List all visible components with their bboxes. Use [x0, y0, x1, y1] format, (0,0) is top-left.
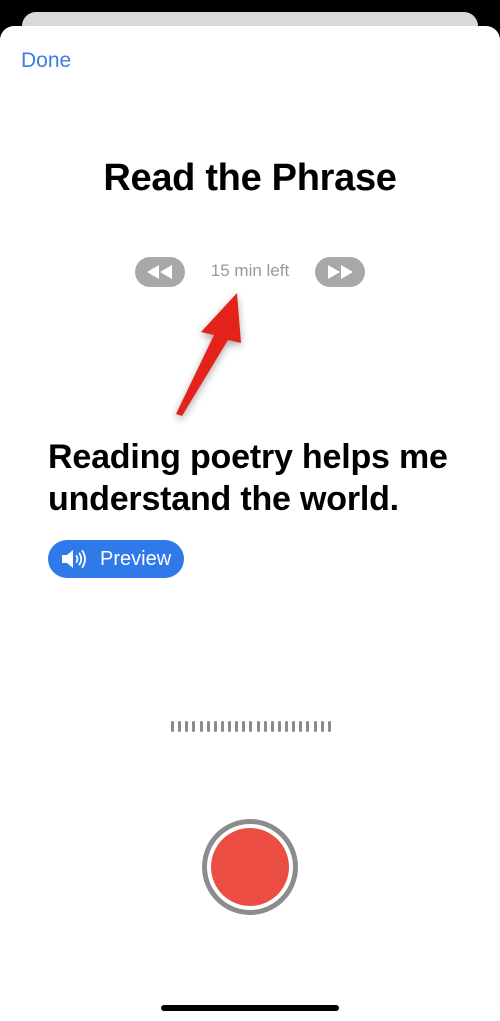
phrase-text: Reading poetry helps me understand the w…: [48, 438, 448, 518]
level-bar: [263, 721, 267, 732]
next-phrase-button[interactable]: [315, 257, 365, 287]
level-bar: [327, 721, 331, 732]
level-bar: [242, 721, 246, 732]
level-bar: [206, 721, 210, 732]
level-bar: [256, 721, 260, 732]
level-bar: [213, 721, 217, 732]
level-bar: [320, 721, 324, 732]
level-bar: [270, 721, 274, 732]
level-bar: [277, 721, 281, 732]
page-title: Read the Phrase: [103, 157, 397, 199]
level-bar: [313, 721, 317, 732]
home-indicator[interactable]: [161, 1005, 339, 1011]
level-bar: [199, 721, 203, 732]
level-bar: [299, 721, 303, 732]
level-bar: [171, 721, 174, 732]
rewind-icon: [147, 265, 172, 279]
level-bar: [220, 721, 224, 732]
fast-forward-icon: [328, 265, 353, 279]
level-bar: [192, 721, 196, 732]
level-bar: [228, 721, 231, 732]
record-button[interactable]: [202, 819, 298, 915]
audio-level-meter: [171, 721, 331, 733]
level-bar: [285, 721, 288, 732]
level-bar: [235, 721, 239, 732]
level-bar: [249, 721, 253, 732]
time-remaining: 15 min left: [210, 261, 290, 280]
speaker-icon: [62, 550, 86, 568]
previous-phrase-button[interactable]: [135, 257, 185, 287]
preview-button[interactable]: Preview: [48, 540, 184, 578]
level-bar: [185, 721, 189, 732]
record-dot: [211, 828, 289, 906]
level-bar: [292, 721, 296, 732]
level-bar: [306, 721, 310, 732]
done-button[interactable]: Done: [21, 49, 71, 73]
level-bar: [178, 721, 182, 732]
preview-label: Preview: [100, 547, 172, 570]
